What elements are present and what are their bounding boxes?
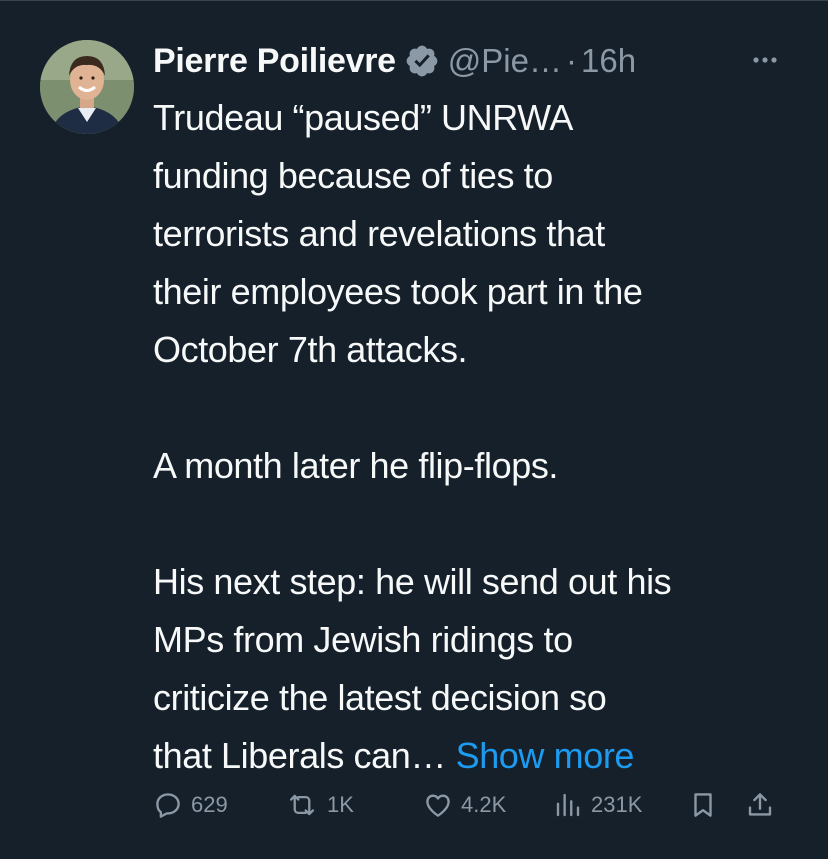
show-more-link[interactable]: Show more — [456, 735, 635, 776]
like-count: 4.2K — [461, 792, 507, 817]
tweet-body: Trudeau “paused” UNRWA funding because o… — [153, 97, 672, 776]
tweet-text: Trudeau “paused” UNRWA funding because o… — [153, 89, 813, 785]
reply-count: 629 — [191, 792, 228, 817]
author-name[interactable]: Pierre Poilievre — [153, 42, 396, 81]
retweet-icon — [289, 794, 315, 816]
view-count: 231K — [591, 792, 643, 817]
author-handle[interactable]: @Pie… — [448, 42, 562, 80]
timestamp[interactable]: 16h — [581, 42, 636, 80]
views-button[interactable]: 231K — [553, 780, 642, 830]
reply-icon — [156, 793, 180, 818]
bookmark-icon — [694, 793, 712, 817]
verified-icon[interactable] — [404, 43, 440, 79]
avatar[interactable] — [40, 40, 134, 134]
reply-button[interactable]: 629 — [153, 780, 228, 830]
separator-dot: · — [566, 42, 577, 79]
more-icon[interactable] — [745, 45, 785, 75]
like-button[interactable]: 4.2K — [423, 780, 506, 830]
share-button[interactable] — [745, 780, 783, 830]
bookmark-button[interactable] — [688, 780, 726, 830]
action-bar: 629 1K 4.2K 231K — [153, 780, 793, 830]
retweet-button[interactable]: 1K — [285, 780, 354, 830]
like-icon — [426, 794, 450, 817]
retweet-count: 1K — [327, 792, 354, 817]
tweet-header: Pierre Poilievre @Pie… · 16h — [153, 36, 636, 86]
share-icon — [748, 793, 772, 816]
views-icon — [556, 793, 580, 817]
top-divider — [0, 0, 828, 1]
